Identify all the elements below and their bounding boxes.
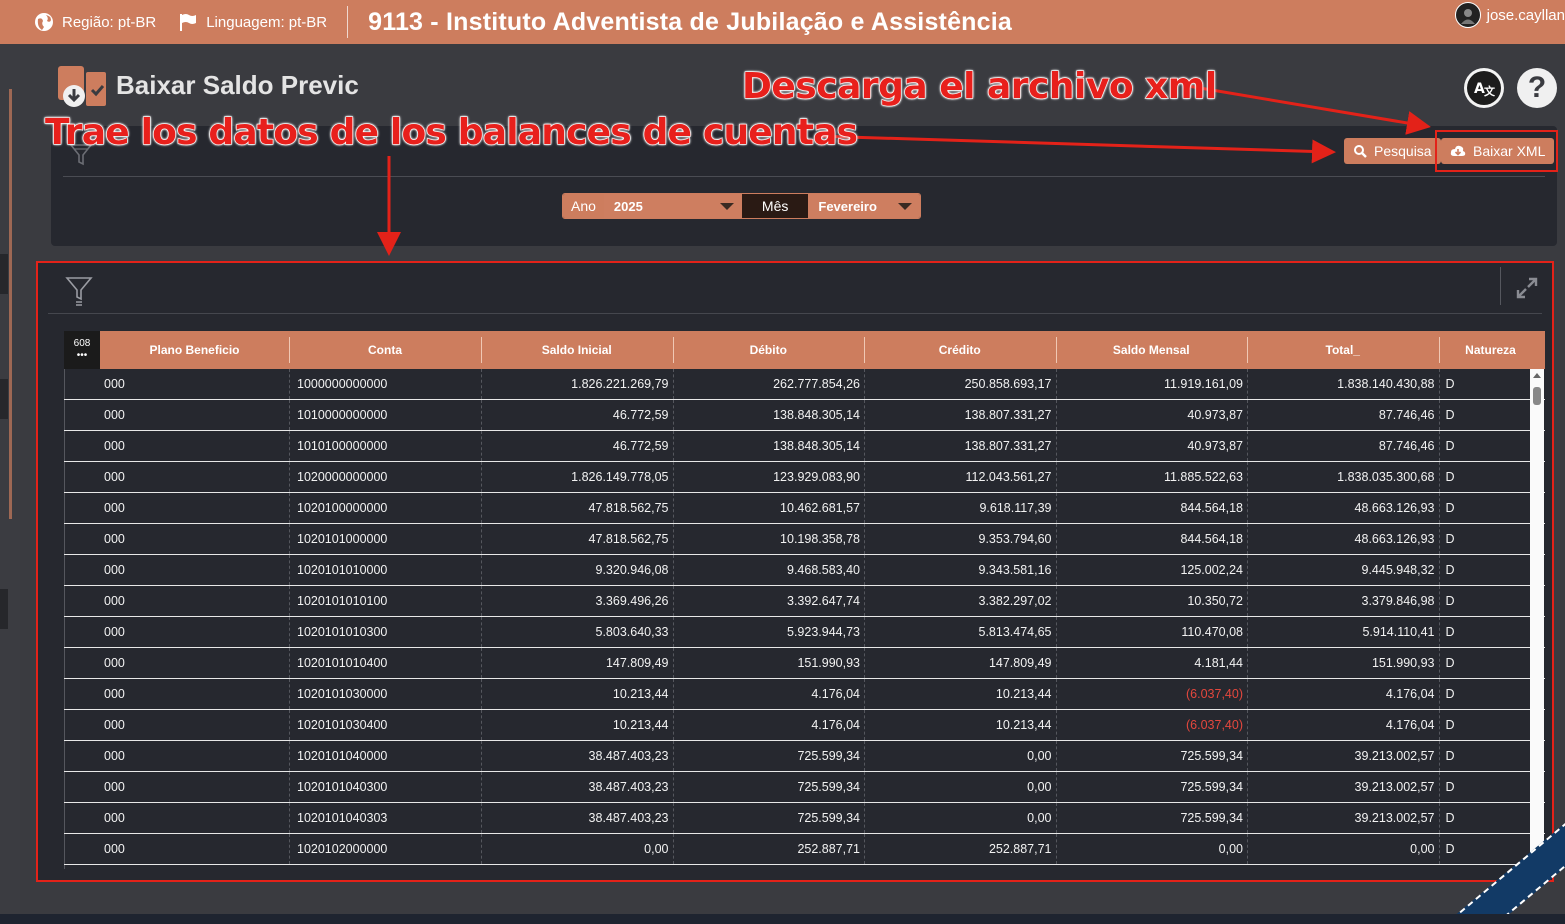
chevron-down-icon xyxy=(898,202,913,210)
globe-icon xyxy=(35,13,53,31)
question-icon: ? xyxy=(1527,71,1547,104)
os-taskbar xyxy=(0,914,1565,924)
institution-title: 9113 - Instituto Adventista de Jubilação… xyxy=(368,7,1013,36)
help-button[interactable]: ? xyxy=(1517,68,1557,108)
region-label: Região: pt-BR xyxy=(62,13,157,31)
sidebar-block xyxy=(0,254,8,294)
translate-button[interactable]: A文 xyxy=(1464,68,1504,108)
sidebar-collapsed[interactable] xyxy=(0,44,20,914)
translate-icon: A文 xyxy=(1467,71,1501,105)
year-dropdown[interactable]: 2025 xyxy=(603,194,742,218)
month-dropdown[interactable]: Fevereiro xyxy=(808,194,921,218)
search-button-label: Pesquisa xyxy=(1374,143,1432,159)
period-selector: Ano 2025 Mês Fevereiro xyxy=(562,193,922,219)
download-document-icon xyxy=(58,66,106,107)
language-label: Linguagem: pt-BR xyxy=(206,13,328,31)
user-name: jose.cayllan xyxy=(1486,6,1565,24)
svg-text:文: 文 xyxy=(1484,84,1495,98)
month-value: Fevereiro xyxy=(818,198,877,214)
search-icon xyxy=(1354,145,1367,158)
topbar-divider xyxy=(347,6,349,38)
sidebar-block xyxy=(0,589,8,629)
panel-divider xyxy=(63,176,1545,177)
user-menu[interactable]: jose.cayllan xyxy=(1454,0,1565,30)
page-header: Baixar Saldo Previc xyxy=(56,62,359,108)
month-label: Mês xyxy=(741,194,809,218)
chevron-down-icon xyxy=(719,202,734,210)
sidebar-edge xyxy=(9,89,12,519)
region-selector[interactable]: Região: pt-BR xyxy=(34,12,156,32)
avatar xyxy=(1454,2,1481,28)
sidebar-block xyxy=(0,379,8,419)
user-photo-icon xyxy=(1460,9,1475,24)
annotation-highlight-download xyxy=(1435,130,1558,172)
language-selector[interactable]: Linguagem: pt-BR xyxy=(178,12,327,32)
arrow-to-download xyxy=(1187,84,1431,135)
year-value: 2025 xyxy=(613,198,643,214)
annotation-fetch-note: Trae los datos de los balances de cuenta… xyxy=(44,111,858,153)
page-title: Baixar Saldo Previc xyxy=(116,69,359,100)
search-button[interactable]: Pesquisa xyxy=(1344,138,1441,164)
year-label: Ano xyxy=(563,194,604,218)
flag-icon xyxy=(180,14,197,31)
top-bar: Região: pt-BR Linguagem: pt-BR 9113 - In… xyxy=(0,0,1565,44)
annotation-highlight-grid xyxy=(36,261,1554,882)
annotation-download-note: Descarga el archivo xml xyxy=(741,65,1217,107)
